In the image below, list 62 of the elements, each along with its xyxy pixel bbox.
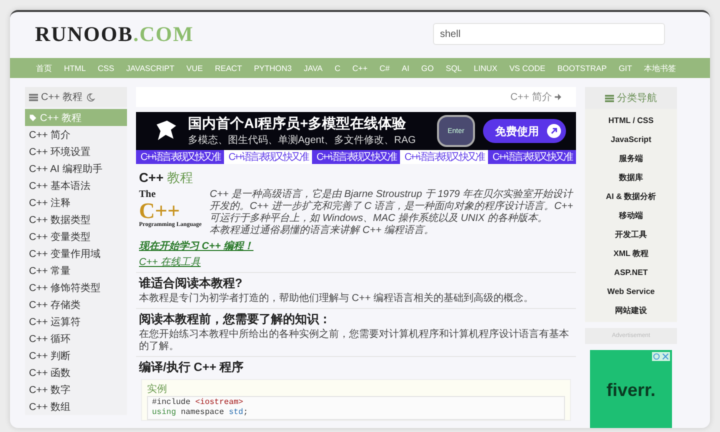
category-title: 分类导航 bbox=[617, 92, 657, 105]
search-field[interactable]: shell bbox=[433, 23, 665, 45]
section-heading: 谁适合阅读本教程? bbox=[139, 275, 244, 292]
category-link[interactable]: 开发工具 bbox=[585, 225, 677, 244]
intro-paragraph: C++ 是一种高级语言，它是由 Bjarne Stroustrup 于 1979 年在贝尔实验室开始设计开发的。C++ 进一步扩充和完善了 C 语言，是一种面向对象的程序设计语言。C++ 可运行于多种平台上，如 Windows、MAC 操作系统以及 UNIX 的各种版本。 bbox=[210, 189, 574, 224]
ad-tab[interactable]: C++语言表现又快又准 bbox=[312, 150, 400, 164]
code-line: using namespace std; bbox=[152, 408, 250, 418]
site-logo[interactable]: RUNOOB.COM bbox=[35, 22, 194, 46]
category-link[interactable]: XML 教程 bbox=[585, 244, 677, 263]
list-icon bbox=[605, 94, 614, 102]
section-text: 在您开始练习本教程中所给出的各种实例之前，您需要对计算机程序和计算机程序设计语言有基本的了解。 bbox=[139, 329, 570, 353]
sidebar-item[interactable]: C++ 判断 bbox=[25, 347, 127, 364]
category-link[interactable]: 服务端 bbox=[585, 149, 677, 168]
tag-icon bbox=[29, 114, 37, 122]
ad-tab[interactable]: C++语言表现又快又准 bbox=[400, 150, 488, 164]
page-title: C++ 教程 bbox=[139, 169, 194, 187]
example-label: 实例 bbox=[147, 382, 168, 396]
sidebar-item[interactable]: C++ 数组 bbox=[25, 398, 127, 415]
category-link[interactable]: 数据库 bbox=[585, 168, 677, 187]
ad-logo: fiverr. bbox=[606, 380, 656, 400]
sidebar-item[interactable]: C++ 运算符 bbox=[25, 313, 127, 330]
category-link[interactable]: HTML / CSS bbox=[585, 111, 677, 130]
category-link[interactable]: Web Service bbox=[585, 282, 677, 301]
sidebar-item[interactable]: C++ AI 编程助手 bbox=[25, 160, 127, 177]
category-link[interactable]: JavaScript bbox=[585, 130, 677, 149]
sidebar-item[interactable]: C++ 函数 bbox=[25, 364, 127, 381]
ad-tab[interactable]: C++语言表现又快又准 bbox=[488, 150, 576, 164]
category-link[interactable]: 网站建设 bbox=[585, 301, 677, 320]
sidebar-item[interactable]: C++ 基本语法 bbox=[25, 177, 127, 194]
sidebar-item[interactable]: C++ 循环 bbox=[25, 330, 127, 347]
sidebar-item[interactable]: C++ 修饰符类型 bbox=[25, 279, 127, 296]
cta-button[interactable]: 免费使用 bbox=[483, 119, 566, 143]
ad-tab[interactable]: C++语言表现又快又准 bbox=[224, 150, 312, 164]
arrow-right-icon bbox=[554, 93, 562, 101]
category-link[interactable]: ASP.NET bbox=[585, 263, 677, 282]
code-line: #include <iostream> bbox=[152, 398, 244, 408]
sidebar-item[interactable]: C++ 环境设置 bbox=[25, 143, 127, 160]
ad-tab[interactable]: C++语言表现又快又准 bbox=[136, 150, 224, 164]
section-heading: 编译/执行 C++ 程序 bbox=[139, 359, 245, 376]
sidebar-item[interactable]: C++ 注释 bbox=[25, 194, 127, 211]
category-link[interactable]: AI & 数据分析 bbox=[585, 187, 677, 206]
sidebar-item[interactable]: C++ 数据类型 bbox=[25, 211, 127, 228]
intro-paragraph: 本教程通过通俗易懂的语言来讲解 C++ 编程语言。 bbox=[210, 225, 436, 237]
tool-link[interactable]: C++ 在线工具 bbox=[139, 255, 576, 269]
sidebar-item[interactable]: C++ 数字 bbox=[25, 381, 127, 398]
sidebar-item[interactable]: C++ 常量 bbox=[25, 262, 127, 279]
moon-icon[interactable] bbox=[86, 92, 95, 102]
category-link[interactable]: 移动端 bbox=[585, 206, 677, 225]
sidebar-item[interactable]: C++ 变量作用域 bbox=[25, 245, 127, 262]
sidebar-item[interactable]: C++ 存储类 bbox=[25, 296, 127, 313]
ad-close-icon[interactable] bbox=[652, 352, 670, 361]
start-link[interactable]: 现在开始学习 C++ 编程！ bbox=[139, 239, 576, 253]
sidebar-item[interactable]: C++ 简介 bbox=[25, 126, 127, 143]
list-icon bbox=[29, 92, 38, 102]
sidebar-title: C++ 教程 bbox=[41, 91, 83, 104]
sidebar-item[interactable]: C++ 变量类型 bbox=[25, 228, 127, 245]
ad-card[interactable]: fiverr. bbox=[590, 350, 672, 428]
banner-subline: 多模态、图生代码、单测Agent、多文件修改、RAG bbox=[188, 134, 417, 147]
banner-headline: 国内首个AI程序员+多模型在线体验 bbox=[188, 115, 408, 133]
section-heading: 阅读本教程前，您需要了解的知识： bbox=[139, 311, 332, 328]
next-page-link[interactable]: C++ 简介 bbox=[510, 90, 562, 104]
section-text: 本教程是专门为初学者打造的，帮助他们理解与 C++ 编程语言相关的基础到高级的概念。 bbox=[139, 293, 534, 305]
